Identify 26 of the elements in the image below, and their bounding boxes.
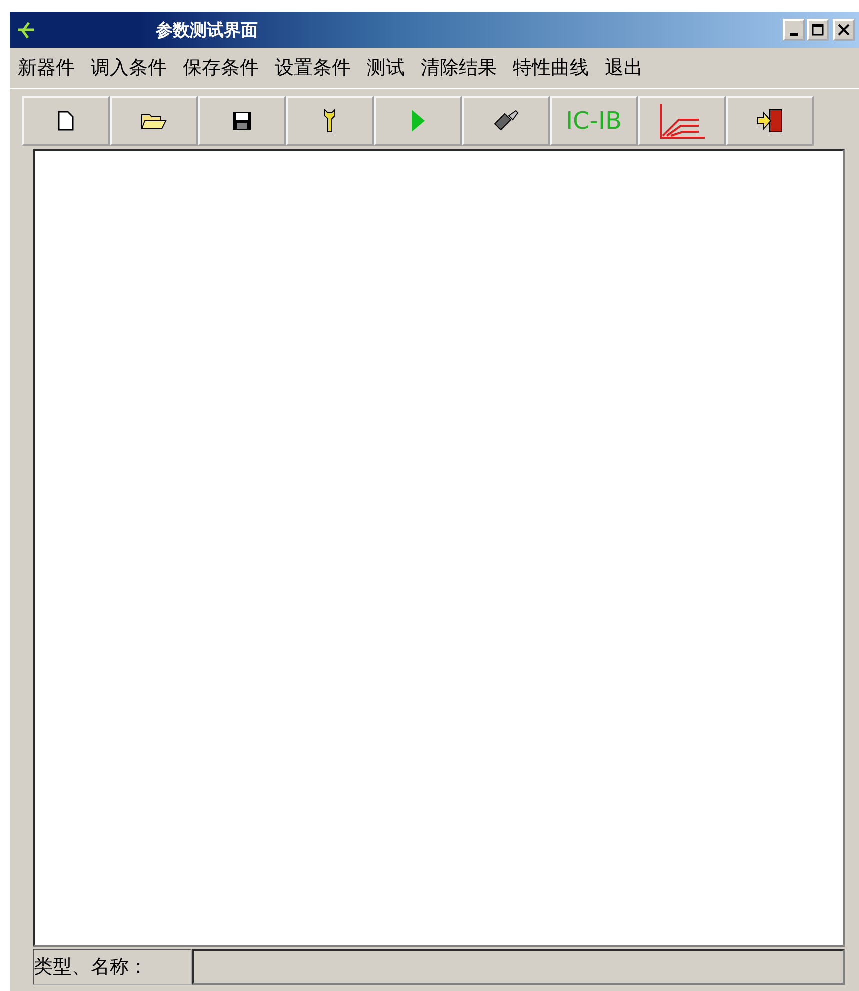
status-label: 类型、名称：	[33, 949, 192, 985]
menu-item[interactable]: 保存条件	[177, 55, 269, 81]
maximize-icon	[812, 24, 824, 36]
menu-item[interactable]: 设置条件	[269, 55, 361, 81]
menu-item[interactable]: 新器件	[12, 55, 85, 81]
wrench-icon	[323, 109, 337, 133]
window-title: 参数测试界面	[156, 20, 259, 42]
menu-item[interactable]: 清除结果	[415, 55, 507, 81]
close-icon	[838, 24, 850, 36]
toolbar-button[interactable]	[198, 96, 286, 146]
menu-item[interactable]: 特性曲线	[507, 55, 599, 81]
exit-door-icon	[757, 109, 783, 133]
blank-page-icon	[58, 111, 74, 131]
close-button[interactable]	[833, 19, 855, 41]
toolbar-button[interactable]	[110, 96, 198, 146]
menu-item[interactable]: 退出	[599, 55, 653, 81]
minimize-icon	[790, 32, 798, 36]
play-icon	[410, 109, 426, 133]
brush-icon	[493, 110, 519, 132]
curve-chart-icon	[657, 102, 707, 140]
menu-item[interactable]: 调入条件	[85, 55, 177, 81]
maximize-button[interactable]	[807, 19, 829, 41]
toolbar-button[interactable]	[726, 96, 814, 146]
menu-item[interactable]: 测试	[361, 55, 415, 81]
minimize-button[interactable]	[783, 19, 805, 41]
app-icon	[16, 20, 36, 40]
